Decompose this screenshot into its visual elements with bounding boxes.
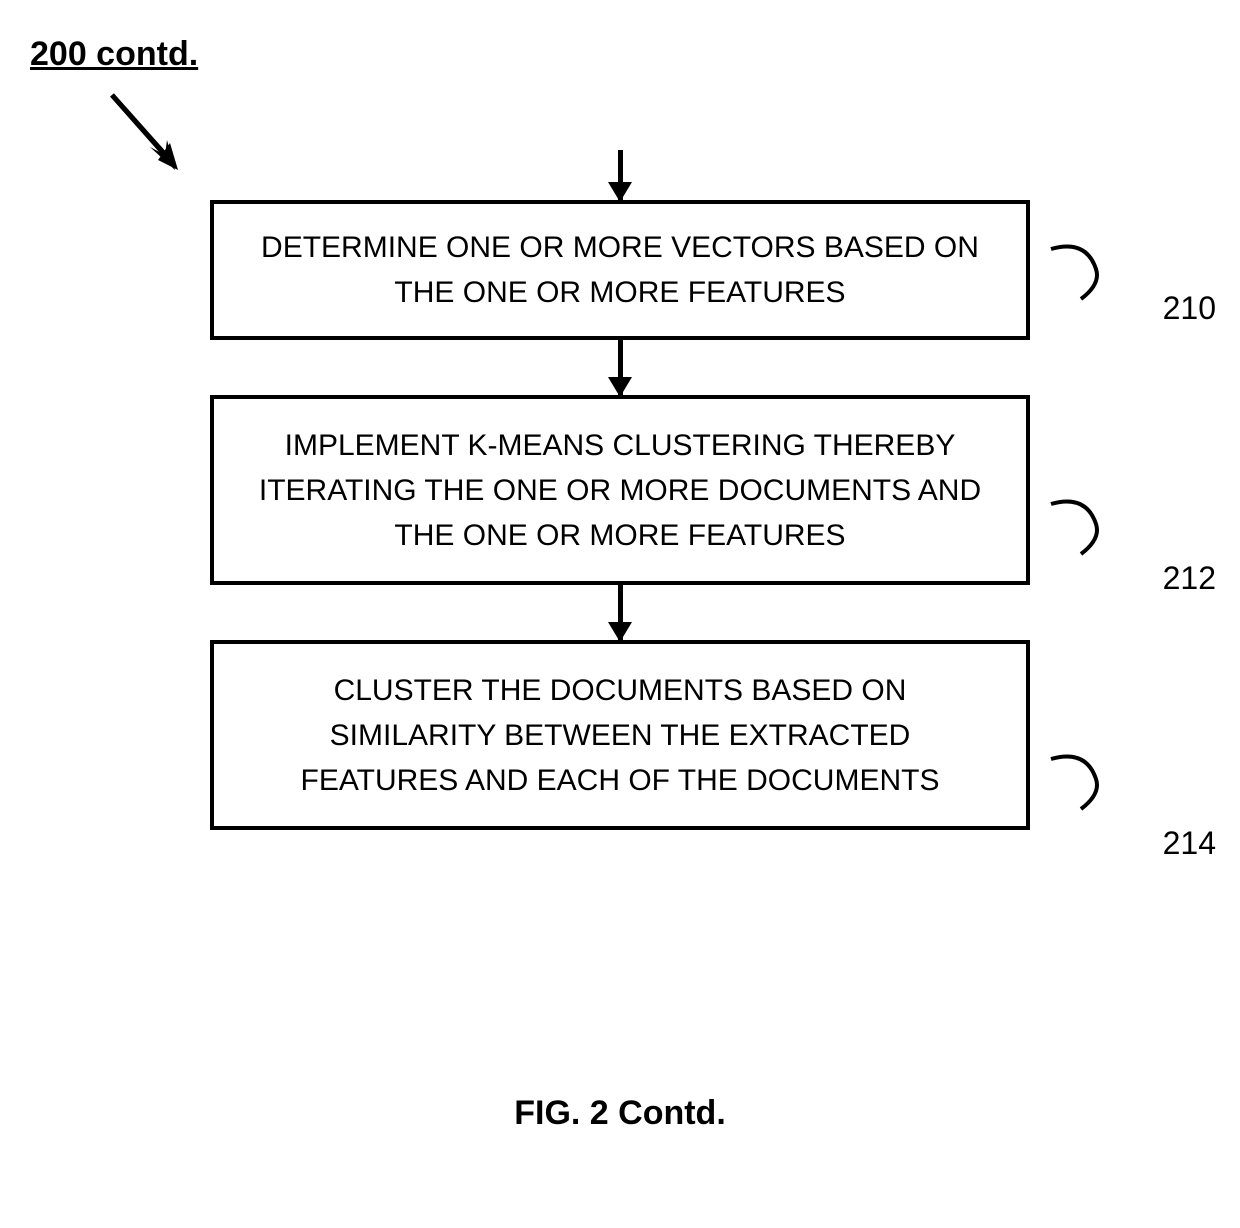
reference-curve-icon [1046, 234, 1126, 314]
pointer-arrow-icon [100, 85, 200, 195]
flowchart-container: DETERMINE ONE OR MORE VECTORS BASED ON T… [210, 150, 1030, 830]
box-text: DETERMINE ONE OR MORE VECTORS BASED ON T… [254, 225, 986, 315]
process-box-cluster: CLUSTER THE DOCUMENTS BASED ON SIMILARIT… [210, 640, 1030, 830]
box-text: CLUSTER THE DOCUMENTS BASED ON SIMILARIT… [254, 668, 986, 803]
reference-number: 214 [1163, 819, 1216, 867]
process-box-vectors: DETERMINE ONE OR MORE VECTORS BASED ON T… [210, 200, 1030, 340]
reference-number: 212 [1163, 554, 1216, 602]
connector-arrow-icon [618, 340, 623, 395]
process-box-kmeans: IMPLEMENT K-MEANS CLUSTERING THEREBY ITE… [210, 395, 1030, 585]
reference-number: 210 [1163, 284, 1216, 332]
reference-curve-icon [1046, 744, 1126, 824]
box-text: IMPLEMENT K-MEANS CLUSTERING THEREBY ITE… [254, 423, 986, 558]
figure-number-label: 200 contd. [30, 35, 198, 74]
figure-caption: FIG. 2 Contd. [514, 1094, 726, 1133]
entry-arrow-icon [618, 150, 623, 200]
reference-curve-icon [1046, 489, 1126, 569]
connector-arrow-icon [618, 585, 623, 640]
